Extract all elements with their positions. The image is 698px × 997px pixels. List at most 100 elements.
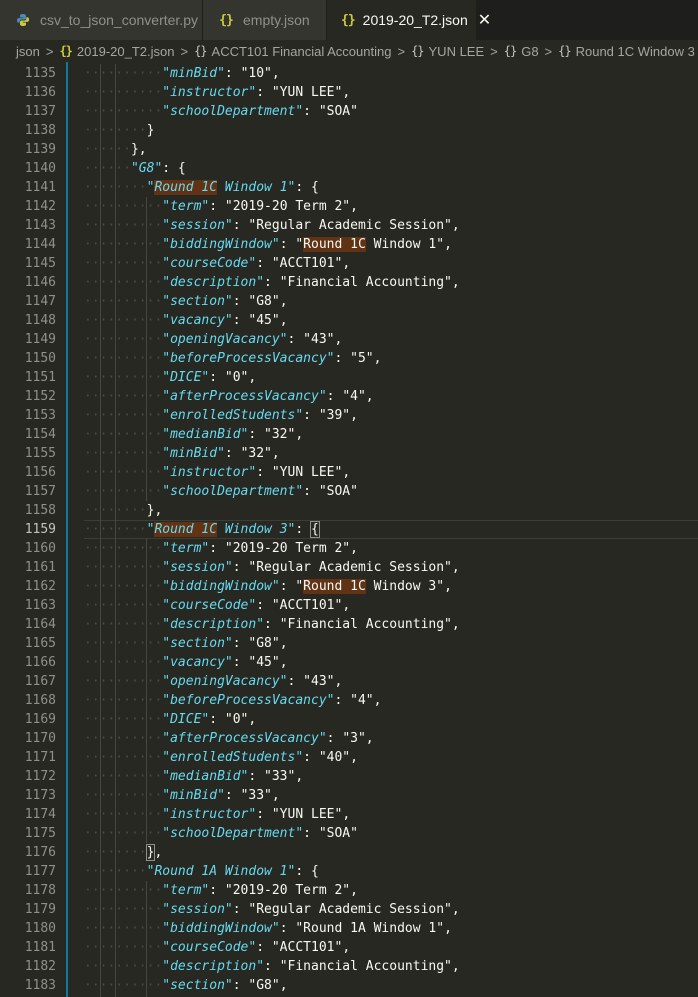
code-text: ··········"DICE": "0",	[84, 370, 257, 385]
code-text: ··········"description": "Financial Acco…	[84, 275, 460, 290]
line-number: 1135	[24, 66, 56, 81]
json-key: "instructor"	[162, 807, 257, 822]
code-line[interactable]: 1167 ··········"openingVacancy": "43",	[0, 672, 698, 691]
json-key: "courseCode"	[162, 256, 257, 271]
json-key: "openingVacancy"	[162, 674, 288, 689]
code-line[interactable]: 1176 ········},	[0, 843, 698, 862]
json-string: "32"	[240, 446, 272, 461]
code-editor[interactable]: 1135 ··········"minBid": "10", 1136 ·······…	[0, 62, 698, 997]
whitespace: ··········	[84, 484, 163, 499]
code-line[interactable]: 1152 ··········"afterProcessVacancy": "4"…	[0, 387, 698, 406]
line-number: 1136	[24, 85, 56, 100]
json-string: "0"	[224, 370, 249, 385]
json-icon: {}	[219, 12, 234, 28]
code-line[interactable]: 1142 ··········"term": "2019-20 Term 2",	[0, 197, 698, 216]
code-line[interactable]: 1139 ······},	[0, 140, 698, 159]
code-line[interactable]: 1183 ··········"section": "G8",	[0, 976, 698, 995]
code-line[interactable]: 1172 ··········"medianBid": "33",	[0, 767, 698, 786]
line-number: 1142	[24, 199, 56, 214]
code-line[interactable]: 1145 ··········"courseCode": "ACCT101",	[0, 254, 698, 273]
code-line[interactable]: 1143 ··········"session": "Regular Academ…	[0, 216, 698, 235]
code-line[interactable]: 1175 ··········"schoolDepartment": "SOA"	[0, 824, 698, 843]
code-line[interactable]: 1138 ········}	[0, 121, 698, 140]
line-number: 1152	[24, 389, 56, 404]
json-key: "DICE"	[162, 712, 210, 727]
object-icon: {}	[558, 44, 571, 58]
code-line[interactable]: 1156 ··········"instructor": "YUN LEE",	[0, 463, 698, 482]
code-line[interactable]: 1165 ··········"section": "G8",	[0, 634, 698, 653]
code-line[interactable]: 1170 ··········"afterProcessVacancy": "3"…	[0, 729, 698, 748]
breadcrumb-item-file[interactable]: {} 2019-20_T2.json	[59, 44, 174, 59]
code-line[interactable]: 1166 ··········"vacancy": "45",	[0, 653, 698, 672]
code-line[interactable]: 1158 ········},	[0, 501, 698, 520]
code-line[interactable]: 1136 ··········"instructor": "YUN LEE",	[0, 83, 698, 102]
json-key: "minBid"	[162, 66, 225, 81]
code-line[interactable]: 1150 ··········"beforeProcessVacancy": "5…	[0, 349, 698, 368]
close-icon[interactable]: ✕	[478, 10, 491, 30]
code-line[interactable]: 1160 ··········"term": "2019-20 Term 2",	[0, 539, 698, 558]
code-line[interactable]: 1174 ··········"instructor": "YUN LEE",	[0, 805, 698, 824]
json-key: "description"	[162, 617, 265, 632]
line-number: 1175	[24, 826, 56, 841]
code-line[interactable]: 1141 ········"Round 1C Window 1": {	[0, 178, 698, 197]
code-line[interactable]: 1154 ··········"medianBid": "32",	[0, 425, 698, 444]
line-number: 1141	[24, 180, 56, 195]
json-string: "45"	[248, 313, 280, 328]
code-line[interactable]: 1182 ··········"description": "Financial …	[0, 957, 698, 976]
indent-guide	[146, 881, 148, 997]
code-line[interactable]: 1135 ··········"minBid": "10",	[0, 64, 698, 83]
whitespace: ··········	[84, 560, 163, 575]
line-number: 1153	[24, 408, 56, 423]
code-line[interactable]: 1149 ··········"openingVacancy": "43",	[0, 330, 698, 349]
code-line[interactable]: 1137 ··········"schoolDepartment": "SOA"	[0, 102, 698, 121]
code-line[interactable]: 1181 ··········"courseCode": "ACCT101",	[0, 938, 698, 957]
code-line[interactable]: 1144 ··········"biddingWindow": "Round 1C…	[0, 235, 698, 254]
code-line[interactable]: 1157 ··········"schoolDepartment": "SOA"	[0, 482, 698, 501]
whitespace: ··········	[84, 598, 163, 613]
code-line[interactable]: 1148 ··········"vacancy": "45",	[0, 311, 698, 330]
breadcrumb-item-json[interactable]: json	[16, 44, 40, 59]
code-text: ··········"beforeProcessVacancy": "5",	[84, 351, 382, 366]
code-line[interactable]: 1169 ··········"DICE": "0",	[0, 710, 698, 729]
code-line[interactable]: 1147 ··········"section": "G8",	[0, 292, 698, 311]
code-line[interactable]: 1178 ··········"term": "2019-20 Term 2",	[0, 881, 698, 900]
code-text: ··········"biddingWindow": "Round 1C Win…	[84, 237, 452, 252]
breadcrumb: json > {} 2019-20_T2.json > {} ACCT101 Fin…	[0, 40, 698, 62]
json-key: "description"	[162, 959, 265, 974]
code-line[interactable]: 1179 ··········"session": "Regular Academ…	[0, 900, 698, 919]
whitespace: ··········	[84, 256, 163, 271]
bracket-match: {	[310, 521, 320, 538]
tab-csv-to-json-converter[interactable]: csv_to_json_converter.py	[0, 0, 203, 40]
code-line[interactable]: 1151 ··········"DICE": "0",	[0, 368, 698, 387]
tab-bar: csv_to_json_converter.py {} empty.json {…	[0, 0, 698, 40]
code-line[interactable]: 1180 ··········"biddingWindow": "Round 1A…	[0, 919, 698, 938]
code-line[interactable]: 1161 ··········"session": "Regular Academ…	[0, 558, 698, 577]
line-number: 1137	[24, 104, 56, 119]
breadcrumb-item-section[interactable]: {} G8	[504, 44, 539, 59]
code-line[interactable]: 1168 ··········"beforeProcessVacancy": "4…	[0, 691, 698, 710]
tab-2019-20-t2-json[interactable]: {} 2019-20_T2.json ✕	[327, 0, 491, 40]
line-number: 1168	[24, 693, 56, 708]
breadcrumb-item-window[interactable]: {} Round 1C Window 3	[558, 44, 695, 59]
code-line[interactable]: 1162 ··········"biddingWindow": "Round 1C…	[0, 577, 698, 596]
code-line[interactable]: 1163 ··········"courseCode": "ACCT101",	[0, 596, 698, 615]
code-line[interactable]: 1164 ··········"description": "Financial …	[0, 615, 698, 634]
code-line[interactable]: 1140 ······"G8": {	[0, 159, 698, 178]
breadcrumb-item-course[interactable]: {} ACCT101 Financial Accounting	[194, 44, 391, 59]
code-line[interactable]: 1153 ··········"enrolledStudents": "39",	[0, 406, 698, 425]
line-number: 1140	[24, 161, 56, 176]
code-line[interactable]: 1159 ········"Round 1C Window 3": {	[0, 520, 698, 539]
code-line[interactable]: 1173 ··········"minBid": "33",	[0, 786, 698, 805]
breadcrumb-item-instructor[interactable]: {} YUN LEE	[411, 44, 484, 59]
tab-empty-json[interactable]: {} empty.json	[203, 0, 327, 40]
code-text: ··········"session": "Regular Academic S…	[84, 902, 460, 917]
code-line[interactable]: 1171 ··········"enrolledStudents": "40",	[0, 748, 698, 767]
code-line[interactable]: 1155 ··········"minBid": "32",	[0, 444, 698, 463]
json-key: "schoolDepartment"	[162, 826, 304, 841]
code-line[interactable]: 1177 ········"Round 1A Window 1": {	[0, 862, 698, 881]
json-key: "openingVacancy"	[162, 332, 288, 347]
code-text: ··········"courseCode": "ACCT101",	[84, 598, 351, 613]
find-match-highlight: Round 1C	[303, 237, 366, 252]
tab-label: 2019-20_T2.json	[362, 12, 468, 28]
code-line[interactable]: 1146 ··········"description": "Financial …	[0, 273, 698, 292]
